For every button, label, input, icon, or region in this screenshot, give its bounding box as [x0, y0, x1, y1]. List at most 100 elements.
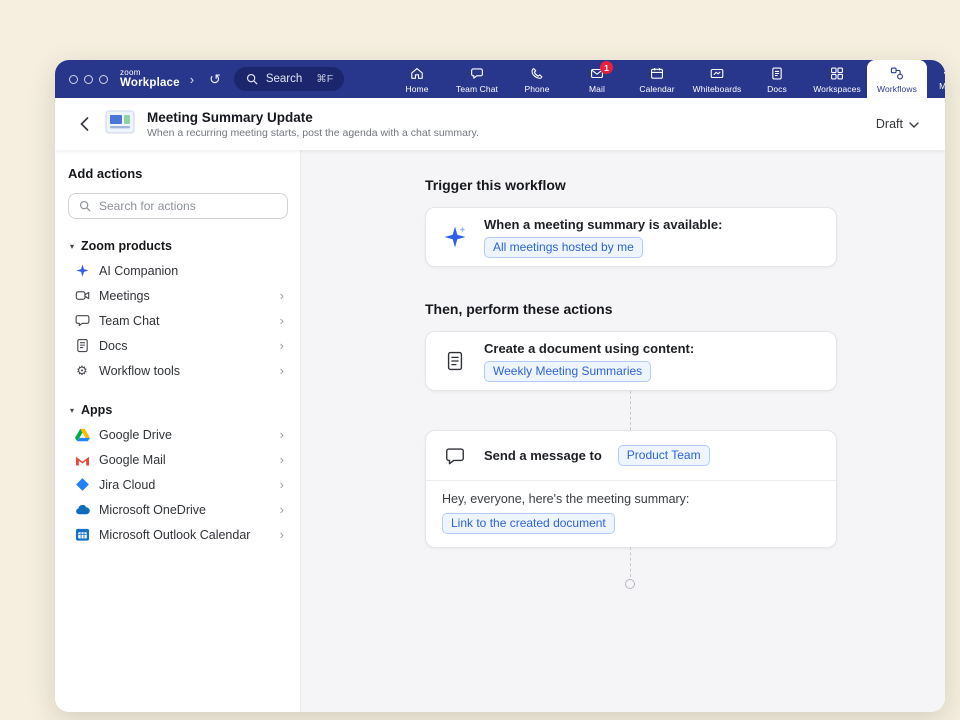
status-badge: Draft	[876, 117, 903, 131]
chevron-down-icon	[909, 117, 919, 131]
actions-sidebar: Add actions ▾ Zoom products AI Companion	[55, 150, 301, 712]
outlook-calendar-icon	[74, 527, 90, 542]
meetings-icon	[74, 288, 90, 303]
trigger-card[interactable]: When a meeting summary is available: All…	[425, 207, 837, 267]
top-nav: zoom Workplace › ↺ Search ⌘F Home Team C…	[55, 60, 945, 98]
add-step-node[interactable]	[625, 579, 635, 589]
create-document-text: Create a document using content:	[484, 341, 694, 356]
chevron-right-icon: ›	[280, 527, 284, 542]
docs-icon	[74, 338, 90, 353]
sidebar-item-google-mail[interactable]: Google Mail ›	[68, 447, 288, 472]
workflows-icon	[889, 65, 905, 82]
connector-line	[630, 391, 631, 430]
nav-item-team-chat[interactable]: Team Chat	[447, 60, 507, 98]
logo-workplace-text: Workplace	[120, 77, 180, 89]
actions-search-box[interactable]	[68, 193, 288, 219]
document-icon	[442, 350, 468, 372]
mail-unread-badge: 1	[600, 61, 613, 74]
sidebar-item-google-drive[interactable]: Google Drive ›	[68, 422, 288, 447]
section-header-apps[interactable]: ▾ Apps	[68, 403, 288, 422]
sidebar-item-microsoft-onedrive[interactable]: Microsoft OneDrive ›	[68, 497, 288, 522]
trigger-scope-chip[interactable]: All meetings hosted by me	[484, 237, 643, 258]
message-body-text: Hey, everyone, here's the meeting summar…	[442, 492, 820, 506]
window-control-dot[interactable]	[69, 75, 78, 84]
chevron-right-icon: ›	[280, 427, 284, 442]
sidebar-item-meetings[interactable]: Meetings ›	[68, 283, 288, 308]
ai-sparkle-icon	[442, 224, 468, 250]
nav-item-calendar[interactable]: Calendar	[627, 60, 687, 98]
search-icon	[77, 200, 93, 212]
document-content-chip[interactable]: Weekly Meeting Summaries	[484, 361, 651, 382]
workflow-header: Meeting Summary Update When a recurring …	[55, 98, 945, 150]
docs-icon	[769, 65, 785, 82]
triangle-down-icon: ▾	[70, 242, 74, 251]
page-subtitle: When a recurring meeting starts, post th…	[147, 127, 479, 139]
nav-tabs: Home Team Chat Phone Mail 1 Calendar	[387, 60, 945, 98]
window-controls	[69, 75, 108, 84]
phone-icon	[529, 65, 545, 82]
logo-zoom-text: zoom	[120, 69, 180, 77]
nav-item-workflows[interactable]: Workflows	[867, 60, 927, 98]
page-title: Meeting Summary Update	[147, 110, 479, 125]
nav-item-docs[interactable]: Docs	[747, 60, 807, 98]
global-search-input[interactable]: Search ⌘F	[234, 67, 344, 91]
team-chat-icon	[469, 65, 485, 82]
chevron-right-icon: ›	[280, 338, 284, 353]
actions-heading: Then, perform these actions	[425, 301, 612, 317]
google-mail-icon	[74, 454, 90, 466]
nav-expand-chevron-icon[interactable]: ›	[190, 72, 194, 87]
sidebar-item-ai-companion[interactable]: AI Companion	[68, 258, 288, 283]
chevron-right-icon: ›	[280, 313, 284, 328]
chevron-right-icon: ›	[280, 477, 284, 492]
sidebar-item-jira-cloud[interactable]: Jira Cloud ›	[68, 472, 288, 497]
jira-icon	[74, 477, 90, 492]
connector-line	[630, 547, 631, 577]
sidebar-item-workflow-tools[interactable]: ⚙ Workflow tools ›	[68, 358, 288, 383]
trigger-heading: Trigger this workflow	[425, 177, 566, 193]
window-control-dot[interactable]	[99, 75, 108, 84]
gear-icon: ⚙	[74, 364, 90, 377]
trigger-text: When a meeting summary is available:	[484, 217, 722, 232]
nav-item-whiteboards[interactable]: Whiteboards	[687, 60, 747, 98]
app-window: zoom Workplace › ↺ Search ⌘F Home Team C…	[55, 60, 945, 712]
whiteboard-icon	[709, 65, 725, 82]
nav-item-workspaces[interactable]: Workspaces	[807, 60, 867, 98]
send-message-text: Send a message to	[484, 448, 602, 463]
calendar-icon	[649, 65, 665, 82]
sidebar-item-docs[interactable]: Docs ›	[68, 333, 288, 358]
chat-bubble-icon	[442, 445, 468, 467]
nav-item-phone[interactable]: Phone	[507, 60, 567, 98]
workspaces-icon	[829, 65, 845, 82]
section-header-zoom-products[interactable]: ▾ Zoom products	[68, 239, 288, 258]
recipient-chip[interactable]: Product Team	[618, 445, 710, 466]
search-label: Search	[266, 73, 302, 85]
create-document-card[interactable]: Create a document using content: Weekly …	[425, 331, 837, 391]
section-apps: ▾ Apps Google Drive › Google Mail › Jira…	[68, 403, 288, 547]
workflow-thumbnail	[105, 110, 135, 139]
sidebar-item-microsoft-outlook-calendar[interactable]: Microsoft Outlook Calendar ›	[68, 522, 288, 547]
search-icon	[244, 73, 260, 85]
window-control-dot[interactable]	[84, 75, 93, 84]
nav-item-more[interactable]: ⋯ More	[927, 60, 945, 98]
chevron-right-icon: ›	[280, 502, 284, 517]
triangle-down-icon: ▾	[70, 406, 74, 415]
sidebar-item-team-chat[interactable]: Team Chat ›	[68, 308, 288, 333]
home-icon	[409, 65, 425, 82]
send-message-card[interactable]: Send a message to Product Team Hey, ever…	[425, 430, 837, 548]
team-chat-icon	[74, 313, 90, 328]
workflow-canvas: Trigger this workflow When a meeting sum…	[301, 150, 945, 712]
document-link-chip[interactable]: Link to the created document	[442, 513, 615, 534]
section-zoom-products: ▾ Zoom products AI Companion Meetings › …	[68, 239, 288, 383]
zoom-workplace-logo: zoom Workplace	[120, 69, 180, 89]
history-icon[interactable]: ↺	[209, 71, 221, 88]
google-drive-icon	[74, 428, 90, 442]
more-icon: ⋯	[941, 67, 945, 79]
back-button[interactable]	[75, 112, 93, 136]
ai-companion-icon	[74, 263, 90, 278]
chevron-right-icon: ›	[280, 452, 284, 467]
actions-search-input[interactable]	[99, 199, 279, 213]
nav-item-home[interactable]: Home	[387, 60, 447, 98]
draft-status-dropdown[interactable]: Draft	[876, 117, 919, 131]
nav-item-mail[interactable]: Mail 1	[567, 60, 627, 98]
chevron-right-icon: ›	[280, 288, 284, 303]
